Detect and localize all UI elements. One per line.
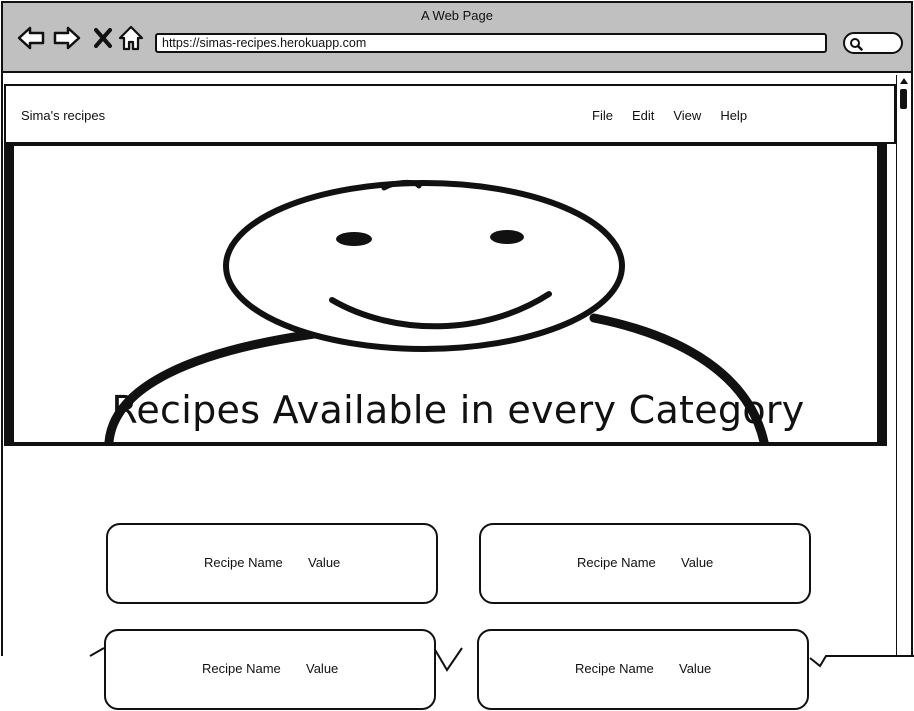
- back-button[interactable]: [16, 23, 46, 53]
- browser-window: A Web Page https://simas-recipes.herokua…: [1, 1, 913, 658]
- menu-item-edit[interactable]: Edit: [632, 108, 654, 123]
- menu-item-file[interactable]: File: [592, 108, 613, 123]
- scroll-up-arrow-icon[interactable]: [899, 77, 909, 85]
- recipe-card[interactable]: Recipe Name Value: [104, 629, 436, 710]
- menu-item-view[interactable]: View: [673, 108, 701, 123]
- brand-label[interactable]: Sima's recipes: [21, 108, 105, 123]
- stop-button[interactable]: [88, 23, 118, 53]
- address-bar[interactable]: https://simas-recipes.herokuapp.com: [155, 33, 827, 53]
- search-field[interactable]: [843, 32, 903, 54]
- window-title: A Web Page: [420, 8, 494, 23]
- forward-button[interactable]: [52, 23, 82, 53]
- arrow-right-icon: [53, 26, 81, 50]
- recipe-value: Value: [306, 661, 339, 676]
- home-icon: [118, 25, 144, 51]
- scrollbar-thumb[interactable]: [900, 89, 907, 109]
- site-navbar: Sima's recipes File Edit View Help: [4, 84, 896, 144]
- navbar-menu: File Edit View Help: [592, 108, 766, 123]
- menu-item-help[interactable]: Help: [720, 108, 747, 123]
- recipe-name-label: Recipe Name: [575, 661, 654, 676]
- close-icon: [94, 28, 112, 48]
- recipe-name-label: Recipe Name: [202, 661, 281, 676]
- page-title: Recipes Available in every Category: [111, 388, 805, 432]
- home-button[interactable]: [116, 23, 146, 53]
- recipe-name-label: Recipe Name: [577, 555, 656, 570]
- vertical-scrollbar[interactable]: [896, 75, 911, 658]
- page-viewport: Sima's recipes File Edit View Help Recip…: [3, 75, 896, 658]
- recipe-name-label: Recipe Name: [204, 555, 283, 570]
- recipe-card[interactable]: Recipe Name Value: [106, 523, 438, 604]
- browser-chrome: A Web Page https://simas-recipes.herokua…: [3, 3, 911, 73]
- recipe-card[interactable]: Recipe Name Value: [479, 523, 811, 604]
- recipe-value: Value: [308, 555, 341, 570]
- arrow-left-icon: [17, 26, 45, 50]
- search-icon: [850, 38, 863, 51]
- recipe-value: Value: [681, 555, 714, 570]
- recipe-value: Value: [679, 661, 712, 676]
- recipe-card[interactable]: Recipe Name Value: [477, 629, 809, 710]
